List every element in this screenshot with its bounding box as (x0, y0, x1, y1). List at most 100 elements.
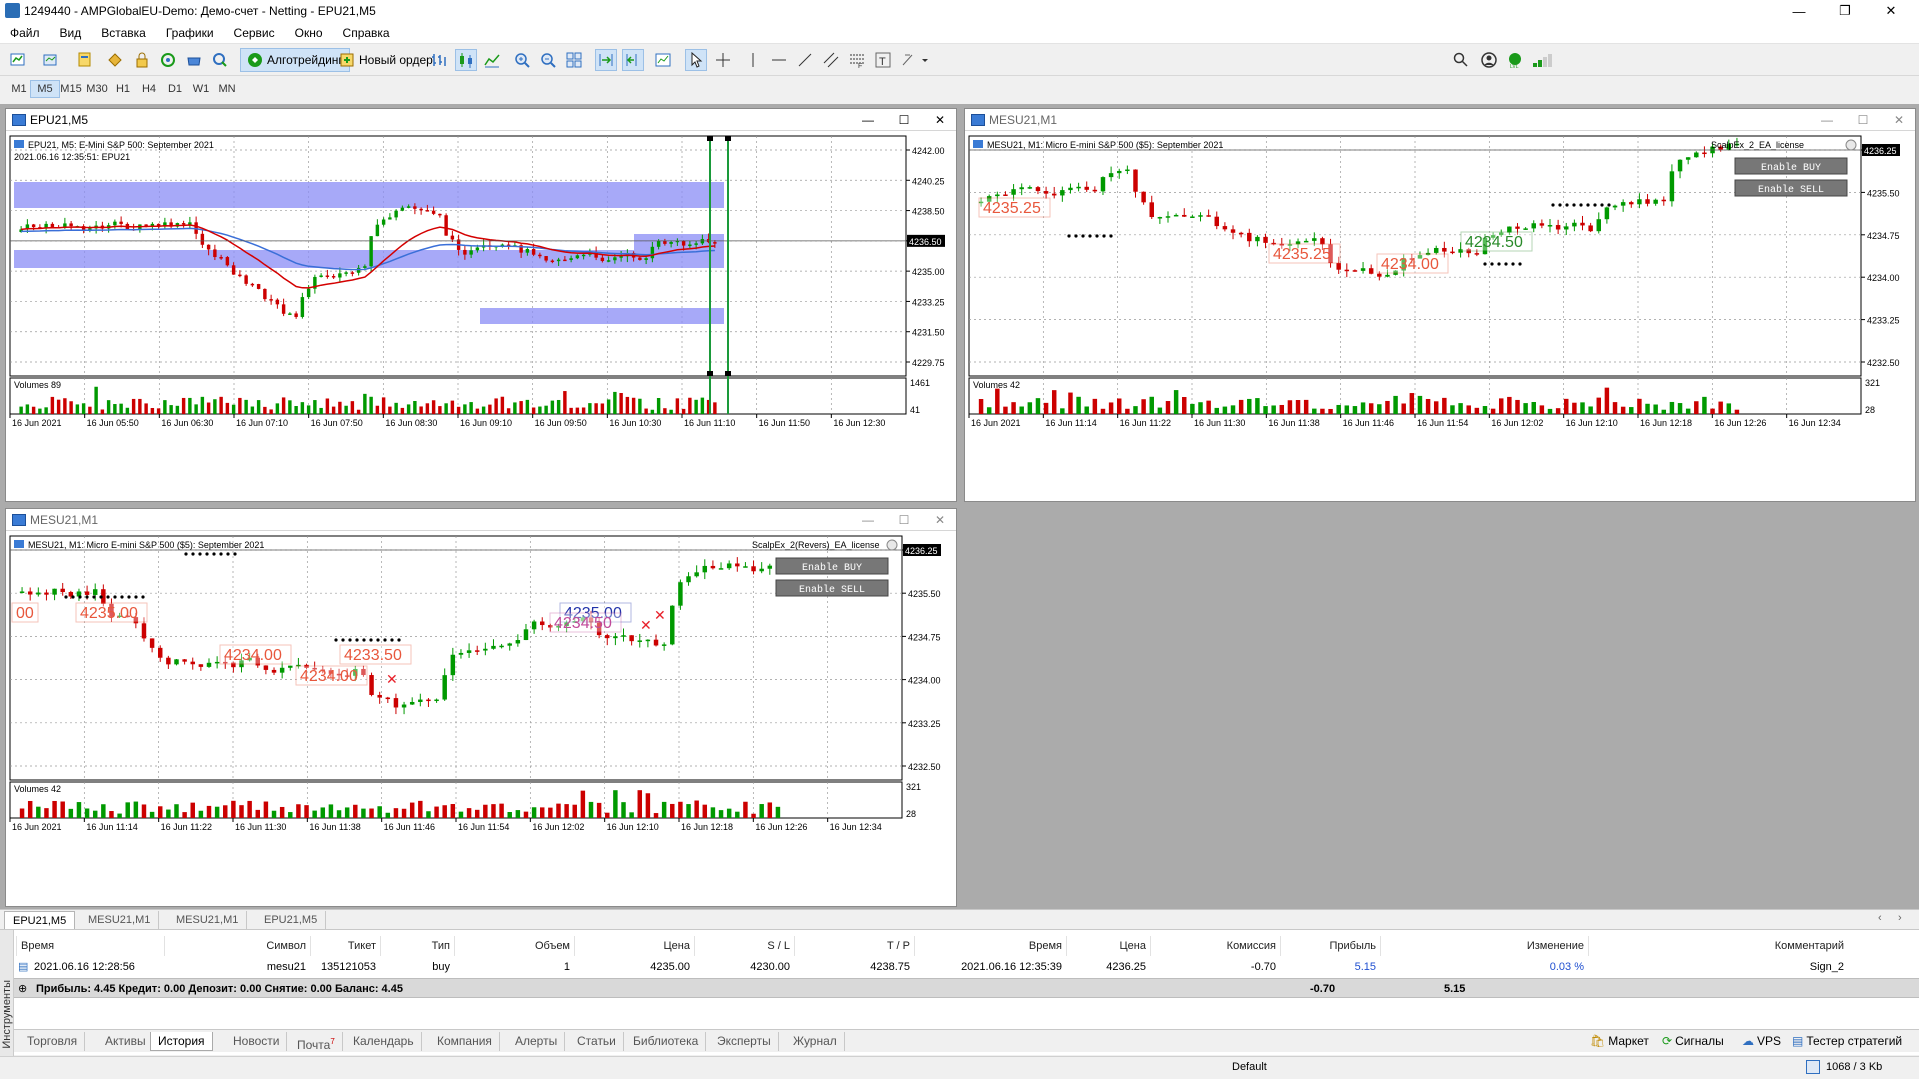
equidistant-channel-icon[interactable] (820, 49, 842, 71)
level-icon[interactable]: LVL (1504, 49, 1526, 71)
minimize-button[interactable]: — (1776, 0, 1822, 22)
column-header[interactable]: Объем (454, 936, 574, 956)
new-chart-icon[interactable] (8, 49, 30, 71)
chart-close-button[interactable]: ✕ (1881, 109, 1917, 131)
price-chart[interactable]: 4236.25 4235.50 4234.75 4234.00 4233.25 4232.… (6, 532, 956, 907)
tab-calendar[interactable]: Календарь (346, 1032, 422, 1051)
market-icon[interactable] (183, 49, 205, 71)
candle-body (1076, 186, 1081, 189)
restore-button[interactable]: ❐ (1822, 0, 1868, 22)
column-header[interactable]: Прибыль (1280, 936, 1380, 956)
enable-sell-button[interactable]: Enable SELL (775, 579, 889, 597)
menu-file[interactable]: Файл (0, 26, 50, 40)
column-header[interactable]: Время (16, 936, 164, 956)
new-order-button[interactable]: Новый ордер (332, 48, 440, 72)
chart-maximize-button[interactable]: ☐ (886, 509, 922, 531)
profiles-icon[interactable] (40, 49, 62, 71)
account-icon[interactable] (1478, 49, 1500, 71)
enable-sell-button[interactable]: Enable SELL (1734, 179, 1848, 197)
tab-assets[interactable]: Активы (98, 1032, 154, 1051)
chart-minimize-button[interactable]: — (1809, 109, 1845, 131)
tf-mn[interactable]: MN (212, 80, 242, 98)
shapes-dropdown-icon[interactable] (898, 49, 932, 71)
chart-shift-icon[interactable] (622, 49, 644, 71)
menu-help[interactable]: Справка (333, 26, 400, 40)
zoom-out-icon[interactable] (537, 49, 559, 71)
toolbox-side-bar[interactable]: Инструменты (0, 930, 14, 1056)
chart-tab[interactable]: MESU21,M1 (168, 911, 248, 929)
strategy-tester-link[interactable]: ▤ Тестер стратегий (1792, 1032, 1902, 1051)
chart-maximize-button[interactable]: ☐ (1845, 109, 1881, 131)
tabs-scroll-left-icon[interactable]: ‹ (1878, 912, 1882, 924)
fibonacci-icon[interactable]: F (846, 49, 868, 71)
line-chart-icon[interactable] (481, 49, 503, 71)
chart-maximize-button[interactable]: ☐ (886, 109, 922, 131)
column-header[interactable]: Время (914, 936, 1066, 956)
column-header[interactable]: Цена (1066, 936, 1150, 956)
market-watch-icon[interactable] (74, 49, 96, 71)
templates-icon[interactable] (652, 49, 674, 71)
price-chart[interactable]: 4236.25 4235.50 4234.75 4234.00 4233.25 4232.… (965, 132, 1915, 502)
tab-experts[interactable]: Эксперты (710, 1032, 779, 1051)
column-header[interactable]: Тип (380, 936, 454, 956)
chart-tab[interactable]: MESU21,M1 (80, 911, 160, 929)
column-header[interactable]: Комментарий (1588, 936, 1848, 956)
menu-insert[interactable]: Вставка (91, 26, 156, 40)
tab-journal[interactable]: Журнал (786, 1032, 845, 1051)
market-link[interactable]: 🛍 Маркет (1590, 1032, 1649, 1051)
crosshair-icon[interactable] (712, 49, 734, 71)
trendline-icon[interactable] (794, 49, 816, 71)
column-header[interactable]: S / L (694, 936, 794, 956)
signals-icon[interactable] (157, 49, 179, 71)
chart-minimize-button[interactable]: — (850, 109, 886, 131)
chart-tab[interactable]: EPU21,M5 (4, 911, 76, 929)
tab-news[interactable]: Новости (226, 1032, 288, 1051)
tab-trade[interactable]: Торговля (20, 1032, 86, 1051)
cursor-icon[interactable] (685, 49, 707, 71)
text-icon[interactable]: T (872, 49, 894, 71)
candlestick-chart-icon[interactable] (455, 49, 477, 71)
menu-tools[interactable]: Сервис (224, 26, 285, 40)
chart-minimize-button[interactable]: — (850, 509, 886, 531)
column-header[interactable]: Изменение (1380, 936, 1588, 956)
enable-buy-button[interactable]: Enable BUY (1734, 157, 1848, 175)
column-header[interactable]: Тикет (310, 936, 380, 956)
chart-window-epu21-m5[interactable]: EPU21,M5 — ☐ ✕ 4242.00 4240.25 4238.50 4236… (5, 108, 957, 502)
vps-icon[interactable] (209, 49, 231, 71)
column-header[interactable]: Цена (574, 936, 694, 956)
vps-link[interactable]: ☁ VPS (1742, 1032, 1781, 1051)
column-header[interactable]: T / P (794, 936, 914, 956)
vertical-line-icon[interactable] (742, 49, 764, 71)
bar-chart-icon[interactable] (428, 49, 450, 71)
menu-view[interactable]: Вид (50, 26, 92, 40)
search-icon[interactable] (1450, 49, 1472, 71)
tab-mail[interactable]: Почта7 (290, 1032, 343, 1052)
menu-charts[interactable]: Графики (156, 26, 224, 40)
tab-library[interactable]: Библиотека (626, 1032, 707, 1051)
tab-articles[interactable]: Статьи (570, 1032, 624, 1051)
table-row[interactable]: 2021.06.16 12:28:56 mesu21 135121053 buy 1 42… (14, 957, 1919, 977)
column-header[interactable]: Символ (164, 936, 310, 956)
price-chart[interactable]: 4242.00 4240.25 4238.50 4236.50 4235.00 4233.… (6, 132, 956, 502)
tab-history[interactable]: История (150, 1032, 213, 1051)
zoom-in-icon[interactable] (511, 49, 533, 71)
navigator-icon[interactable] (131, 49, 153, 71)
summary-expand-icon[interactable]: ⊕ (18, 979, 27, 999)
horizontal-line-icon[interactable] (768, 49, 790, 71)
chart-window-mesu21-m1-b[interactable]: MESU21,M1 — ☐ ✕ 4236.25 4235.50 4234.75 423… (5, 508, 957, 907)
data-window-icon[interactable] (104, 49, 126, 71)
chart-close-button[interactable]: ✕ (922, 109, 958, 131)
chart-window-mesu21-m1-a[interactable]: MESU21,M1 — ☐ ✕ 4236.25 4235.50 4234.75 423… (964, 108, 1916, 502)
tab-alerts[interactable]: Алерты (508, 1032, 566, 1051)
tabs-scroll-right-icon[interactable]: › (1898, 912, 1902, 924)
chart-tab[interactable]: EPU21,M5 (256, 911, 327, 929)
menu-window[interactable]: Окно (285, 26, 333, 40)
signals-link[interactable]: ⟳ Сигналы (1662, 1032, 1724, 1051)
auto-scroll-icon[interactable] (595, 49, 617, 71)
tile-windows-icon[interactable] (563, 49, 585, 71)
enable-buy-button[interactable]: Enable BUY (775, 557, 889, 575)
chart-close-button[interactable]: ✕ (922, 509, 958, 531)
tab-company[interactable]: Компания (430, 1032, 500, 1051)
close-button[interactable]: ✕ (1868, 0, 1914, 22)
column-header[interactable]: Комиссия (1150, 936, 1280, 956)
